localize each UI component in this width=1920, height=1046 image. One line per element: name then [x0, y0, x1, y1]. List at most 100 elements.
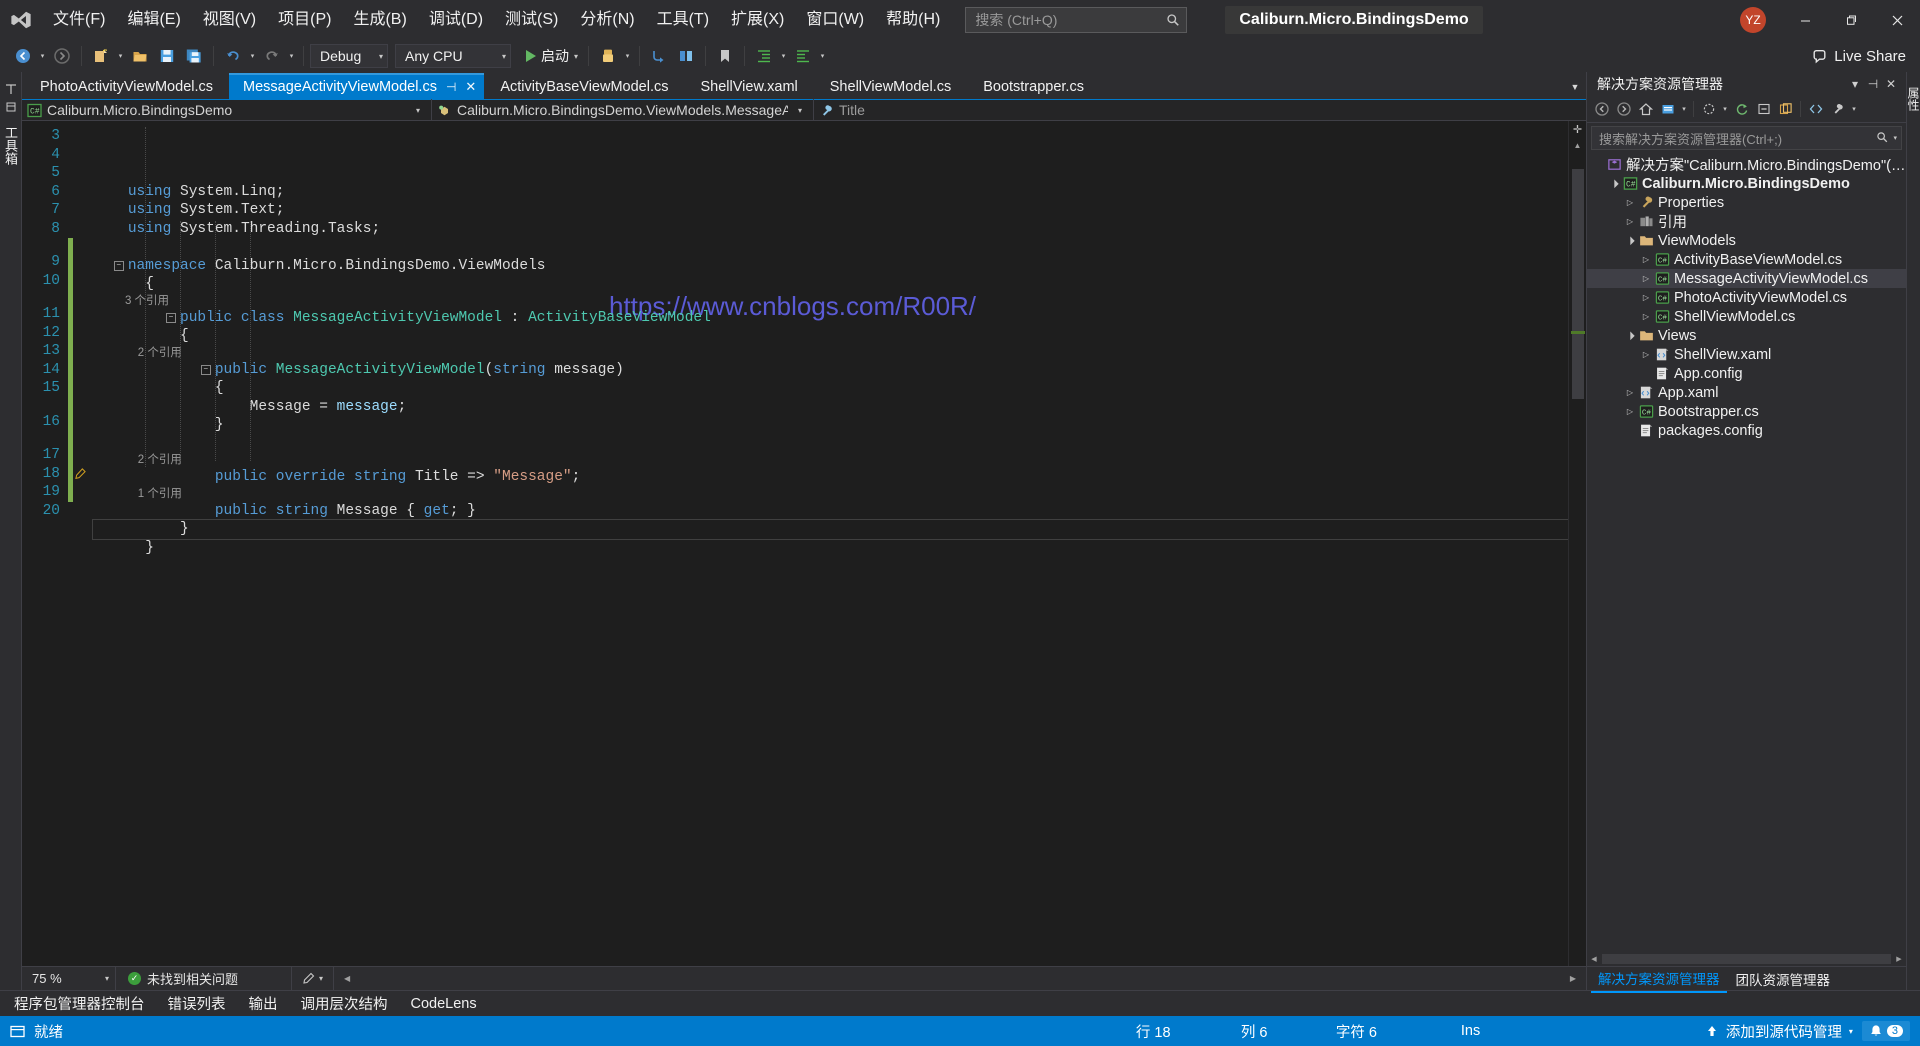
tab-overflow-button[interactable]: ▼ — [1564, 74, 1586, 99]
navbar-project-dropdown[interactable]: C# Caliburn.Micro.BindingsDemo ▾ — [22, 99, 432, 121]
glyph-slot[interactable] — [73, 324, 89, 343]
menu-window[interactable]: 窗口(W) — [795, 0, 875, 40]
scroll-up-button[interactable]: ▲ — [1569, 137, 1587, 153]
tab-call-hierarchy[interactable]: 调用层次结构 — [291, 990, 398, 1017]
code-text-area[interactable]: https://www.cnblogs.com/R00R/ using Syst… — [89, 121, 1568, 966]
scrollbar-thumb[interactable] — [1572, 169, 1584, 399]
menu-analyze[interactable]: 分析(N) — [569, 0, 645, 40]
menu-extensions[interactable]: 扩展(X) — [720, 0, 795, 40]
chevron-down-icon[interactable]: ◢ — [1622, 232, 1638, 248]
code-analysis-toggle[interactable]: ▾ — [292, 966, 335, 991]
chevron-right-icon[interactable]: ▷ — [1639, 293, 1653, 302]
search-icon[interactable] — [1876, 131, 1888, 146]
navigate-forward-icon[interactable] — [49, 43, 75, 69]
chevron-down-icon[interactable]: ▾ — [1679, 99, 1689, 120]
close-icon[interactable]: ✕ — [465, 79, 476, 95]
tree-item-photoactivityviewmodel-cs[interactable]: ▷ C# PhotoActivityViewModel.cs — [1587, 288, 1906, 307]
toolbox-pin-icon[interactable] — [5, 82, 17, 94]
restore-button[interactable] — [1828, 0, 1874, 40]
open-file-icon[interactable] — [127, 43, 153, 69]
chevron-right-icon[interactable]: ▷ — [1639, 350, 1653, 359]
tree-item-caliburn-micro-bindingsdemo-1[interactable]: 解决方案"Caliburn.Micro.BindingsDemo"(1 个项目) — [1587, 155, 1906, 174]
back-icon[interactable] — [1591, 99, 1612, 120]
outdent-dropdown[interactable]: ▾ — [817, 43, 828, 69]
tree-item-activitybaseviewmodel-cs[interactable]: ▷ C# ActivityBaseViewModel.cs — [1587, 250, 1906, 269]
tab-package-manager-console[interactable]: 程序包管理器控制台 — [4, 990, 155, 1017]
tree-item-shellviewmodel-cs[interactable]: ▷ C# ShellViewModel.cs — [1587, 307, 1906, 326]
menu-build[interactable]: 生成(B) — [342, 0, 417, 40]
add-to-source-control-button[interactable]: 添加到源代码管理 ▾ — [1705, 1021, 1853, 1042]
tree-item-messageactivityviewmodel-cs[interactable]: ▷ C# MessageActivityViewModel.cs — [1587, 269, 1906, 288]
navigate-backward-dropdown[interactable]: ▾ — [37, 43, 48, 69]
close-icon[interactable]: ✕ — [1882, 77, 1900, 91]
properties-icon[interactable] — [1827, 99, 1848, 120]
tab-solution-explorer[interactable]: 解决方案资源管理器 — [1591, 965, 1727, 993]
scroll-left-button[interactable]: ◀ — [338, 974, 356, 983]
collapse-all-icon[interactable] — [1753, 99, 1774, 120]
glyph-slot[interactable] — [73, 465, 89, 484]
outdent-icon[interactable] — [790, 43, 816, 69]
scroll-left-button[interactable]: ◀ — [1587, 955, 1601, 963]
notifications-button[interactable]: 3 — [1861, 1021, 1910, 1041]
save-all-icon[interactable] — [181, 43, 207, 69]
glyph-slot[interactable] — [73, 127, 89, 146]
source-control-icon[interactable] — [0, 1024, 34, 1039]
chevron-right-icon[interactable]: ▷ — [1639, 312, 1653, 321]
tree-item-[interactable]: ▷ 引用 — [1587, 212, 1906, 231]
chevron-right-icon[interactable]: ▷ — [1623, 217, 1637, 226]
sidebar-item-properties[interactable]: 属性 — [1903, 82, 1920, 116]
live-share-button[interactable]: Live Share — [1811, 48, 1906, 65]
glyph-slot[interactable] — [73, 379, 89, 398]
tab-team-explorer[interactable]: 团队资源管理器 — [1729, 966, 1838, 992]
navbar-member-dropdown[interactable]: Title — [814, 99, 1586, 121]
glyph-slot[interactable] — [73, 272, 89, 291]
home-icon[interactable] — [1635, 99, 1656, 120]
undo-icon[interactable] — [220, 43, 246, 69]
tree-item-views[interactable]: ◢ Views — [1587, 326, 1906, 345]
tool-window-menu-icon[interactable]: ▾ — [1846, 77, 1864, 91]
issues-status[interactable]: ✓ 未找到相关问题 — [116, 966, 292, 991]
tree-item-properties[interactable]: ▷ Properties — [1587, 193, 1906, 212]
glyph-slot[interactable] — [73, 183, 89, 202]
codelens-reference-count[interactable]: 1 个引用 — [138, 488, 182, 500]
menu-edit[interactable]: 编辑(E) — [116, 0, 191, 40]
glyph-slot[interactable] — [73, 342, 89, 361]
step-into-icon[interactable] — [646, 43, 672, 69]
redo-dropdown[interactable]: ▾ — [286, 43, 297, 69]
glyph-slot[interactable] — [73, 164, 89, 183]
glyph-slot[interactable] — [73, 483, 89, 502]
start-debug-button[interactable]: 启动 ▾ — [520, 43, 582, 69]
indent-icon[interactable] — [751, 43, 777, 69]
tree-item-bootstrapper-cs[interactable]: ▷ C# Bootstrapper.cs — [1587, 402, 1906, 421]
navbar-type-dropdown[interactable]: Caliburn.Micro.BindingsDemo.ViewModels.M… — [432, 99, 814, 121]
tab-codelens[interactable]: CodeLens — [401, 993, 487, 1015]
hscroll-thumb[interactable] — [1602, 954, 1891, 964]
menu-view[interactable]: 视图(V) — [192, 0, 267, 40]
hidden-files-icon[interactable] — [1698, 99, 1719, 120]
menu-tools[interactable]: 工具(T) — [646, 0, 720, 40]
pending-changes-icon[interactable] — [1657, 99, 1678, 120]
fold-toggle-icon[interactable]: − — [166, 312, 176, 323]
menu-project[interactable]: 项目(P) — [267, 0, 342, 40]
minimize-button[interactable] — [1782, 0, 1828, 40]
editor-vertical-scrollbar[interactable]: ✛ ▲ — [1568, 121, 1586, 966]
glyph-margin[interactable] — [73, 121, 89, 966]
glyph-slot[interactable] — [73, 305, 89, 324]
tab-error-list[interactable]: 错误列表 — [158, 990, 236, 1017]
indent-dropdown[interactable]: ▾ — [778, 43, 789, 69]
view-code-icon[interactable] — [1805, 99, 1826, 120]
menu-file[interactable]: 文件(F) — [42, 0, 116, 40]
tab-bootstrapper[interactable]: Bootstrapper.cs — [967, 74, 1100, 99]
tree-item-app-xaml[interactable]: ▷ App.xaml — [1587, 383, 1906, 402]
attach-process-icon[interactable] — [595, 43, 621, 69]
save-icon[interactable] — [154, 43, 180, 69]
navigate-backward-icon[interactable] — [10, 43, 36, 69]
fold-toggle-icon[interactable]: − — [200, 364, 211, 375]
glyph-slot[interactable] — [73, 146, 89, 165]
glyph-slot[interactable] — [73, 502, 89, 521]
glyph-slot[interactable] — [73, 238, 89, 253]
tab-activitybaseviewmodel[interactable]: ActivityBaseViewModel.cs — [484, 74, 685, 99]
tab-photoactivityviewmodel[interactable]: PhotoActivityViewModel.cs — [24, 74, 230, 99]
code-editor[interactable]: 3 4 5 6 7 8 9 10 11 12 13 14 15 16 17 18 19 20 https://ww… — [22, 121, 1586, 966]
split-view-icon[interactable]: ✛ — [1569, 121, 1587, 137]
